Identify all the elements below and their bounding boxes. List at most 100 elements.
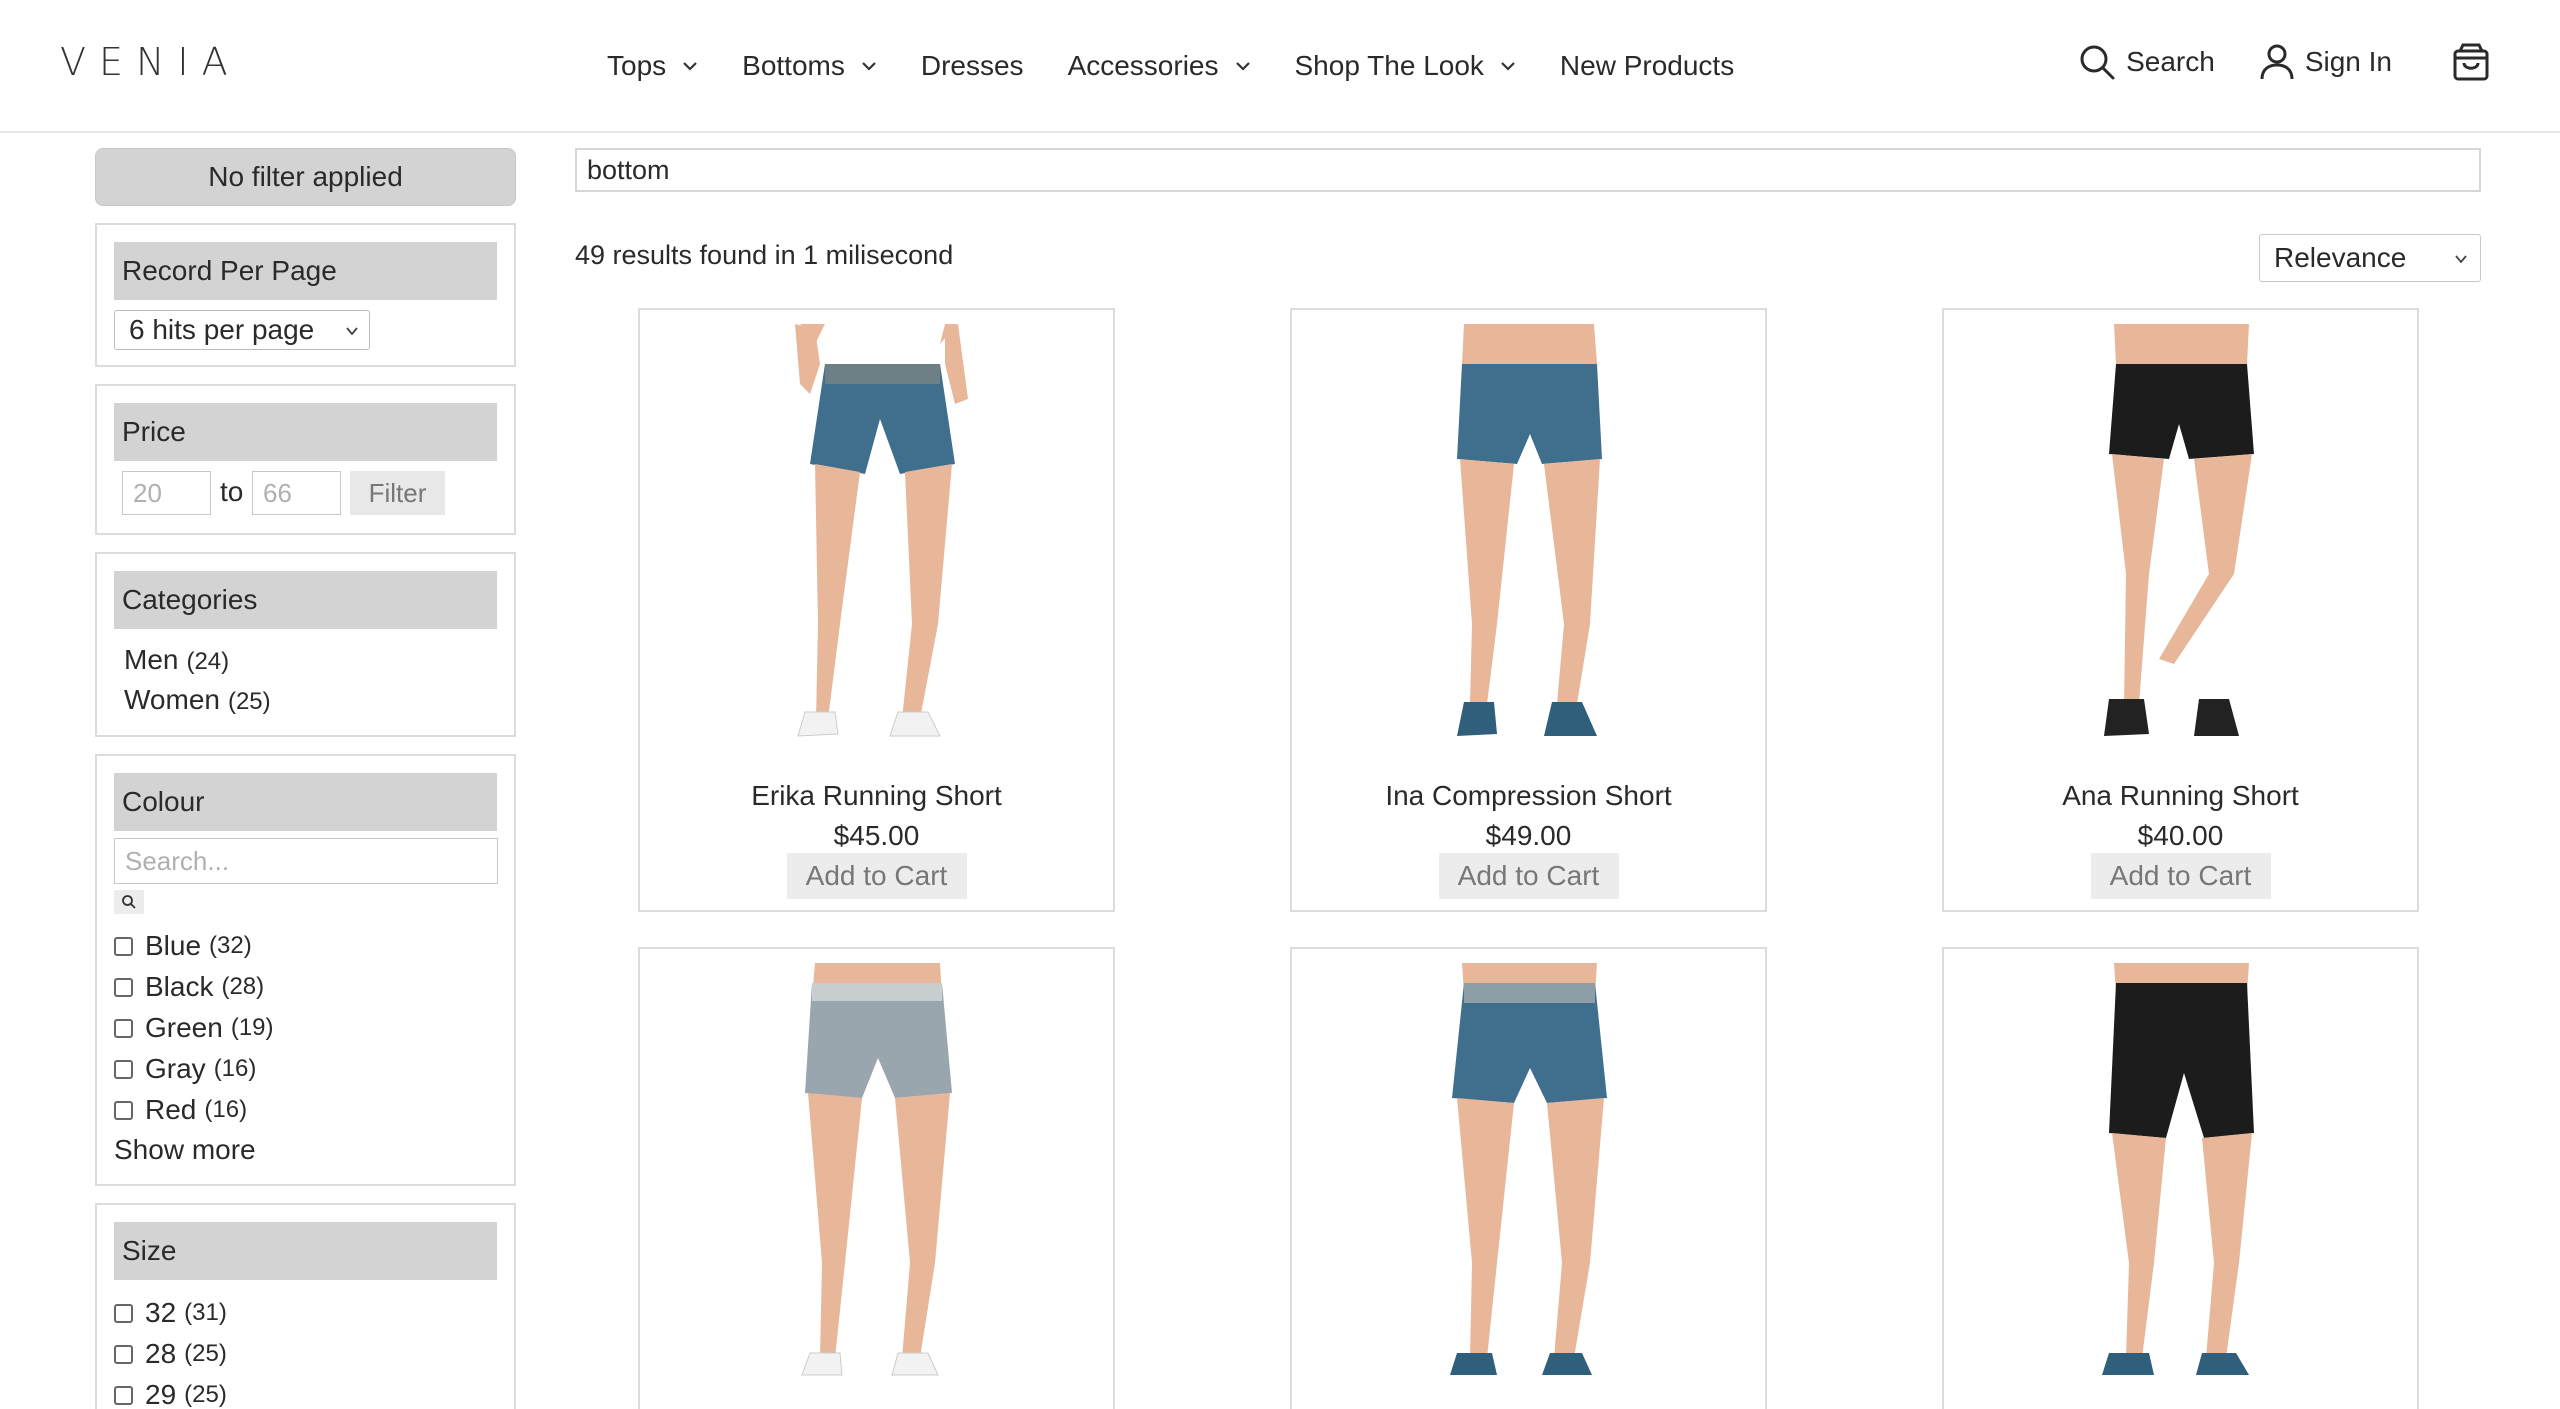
checkbox[interactable] (114, 1385, 133, 1405)
product-name[interactable]: Ina Compression Short (1292, 780, 1765, 812)
sort-value: Relevance (2274, 242, 2407, 273)
checkbox[interactable] (114, 1018, 133, 1038)
product-image (1944, 324, 2417, 744)
logo[interactable]: VENIA (60, 40, 241, 84)
product-image (1944, 963, 2417, 1383)
product-image (1292, 324, 1765, 744)
size-option[interactable]: 29 (25) (114, 1379, 227, 1409)
colour-panel: Colour Search... Blue (32) Black (28) Gree… (95, 754, 516, 1186)
search-icon (2080, 45, 2115, 80)
record-per-page-panel: Record Per Page 6 hits per page (95, 223, 516, 367)
panel-title: Price (114, 403, 497, 461)
results-count: 49 results found in 1 milisecond (575, 240, 954, 270)
colour-label: Blue (145, 930, 202, 961)
add-to-cart-button[interactable]: Add to Cart (2090, 853, 2271, 899)
price-min-input[interactable]: 20 (122, 471, 211, 515)
checkbox[interactable] (114, 977, 133, 997)
colour-option-red[interactable]: Red (16) (114, 1094, 247, 1126)
show-more-link[interactable]: Show more (114, 1134, 256, 1166)
product-card[interactable] (638, 947, 1115, 1409)
product-name[interactable]: Ana Running Short (1944, 780, 2417, 812)
chevron-down-icon (1501, 62, 1515, 71)
sign-in-button[interactable]: Sign In (2259, 43, 2392, 81)
header-actions: Search Sign In (2034, 42, 2500, 82)
checkbox[interactable] (114, 1303, 133, 1323)
nav-new-products-label: New Products (1559, 50, 1735, 81)
sort-select[interactable]: Relevance (2259, 234, 2481, 282)
price-filter-button[interactable]: Filter (350, 471, 445, 515)
search-button[interactable]: Search (2078, 43, 2215, 81)
price-to-label: to (220, 476, 244, 507)
chevron-down-icon (683, 62, 697, 71)
size-option[interactable]: 32 (31) (114, 1297, 227, 1329)
category-count: (25) (227, 688, 271, 715)
product-search-input[interactable]: bottom (575, 148, 2481, 192)
sign-in-label: Sign In (2304, 46, 2392, 77)
panel-title: Size (114, 1222, 497, 1280)
product-image (640, 963, 1113, 1383)
shopping-bag-icon (2453, 43, 2489, 81)
product-name[interactable]: Erika Running Short (640, 780, 1113, 812)
colour-option-gray[interactable]: Gray (16) (114, 1053, 256, 1085)
category-item[interactable]: Men (24) (124, 644, 229, 676)
colour-count: (28) (221, 973, 265, 1000)
nav-bottoms[interactable]: Bottoms (742, 50, 877, 82)
colour-label: Green (145, 1012, 223, 1043)
nav-shop-the-look[interactable]: Shop The Look (1295, 50, 1516, 82)
colour-search-input[interactable]: Search... (114, 838, 498, 884)
nav-accessories[interactable]: Accessories (1068, 50, 1251, 82)
size-panel: Size 32 (31) 28 (25) 29 (25) (95, 1203, 516, 1409)
chevron-down-icon (2455, 255, 2467, 264)
nav-tops[interactable]: Tops (607, 50, 698, 82)
product-price: $49.00 (1485, 820, 1572, 851)
size-label: 32 (145, 1297, 177, 1328)
add-to-cart-button[interactable]: Add to Cart (1438, 853, 1619, 899)
nav-bottoms-label: Bottoms (742, 50, 845, 81)
product-card[interactable]: Erika Running Short $45.00 Add to Cart (638, 308, 1115, 912)
size-label: 29 (145, 1379, 177, 1409)
main-nav: Tops Bottoms Dresses Accessories Shop Th… (607, 44, 1778, 88)
hits-per-page-value: 6 hits per page (129, 314, 315, 345)
checkbox[interactable] (114, 1059, 133, 1079)
product-image (1292, 963, 1765, 1383)
category-label: Women (124, 684, 220, 715)
nav-dresses[interactable]: Dresses (921, 50, 1024, 82)
search-icon (122, 895, 136, 909)
colour-option-blue[interactable]: Blue (32) (114, 930, 252, 962)
product-card[interactable] (1942, 947, 2419, 1409)
colour-option-green[interactable]: Green (19) (114, 1012, 274, 1044)
size-count: (25) (184, 1340, 227, 1367)
size-count: (25) (184, 1381, 227, 1408)
checkbox[interactable] (114, 936, 133, 956)
panel-title: Colour (114, 773, 497, 831)
hits-per-page-select[interactable]: 6 hits per page (114, 310, 370, 350)
colour-label: Gray (145, 1053, 206, 1084)
checkbox[interactable] (114, 1344, 133, 1364)
nav-tops-label: Tops (607, 50, 667, 81)
price-max-input[interactable]: 66 (252, 471, 341, 515)
cart-button[interactable] (2452, 42, 2500, 82)
panel-title: Record Per Page (114, 242, 497, 300)
add-to-cart-button[interactable]: Add to Cart (786, 853, 967, 899)
colour-option-black[interactable]: Black (28) (114, 971, 264, 1003)
product-card[interactable]: Ana Running Short $40.00 Add to Cart (1942, 308, 2419, 912)
size-option[interactable]: 28 (25) (114, 1338, 227, 1370)
checkbox[interactable] (114, 1100, 133, 1120)
nav-accessories-label: Accessories (1067, 50, 1219, 81)
colour-search-button[interactable] (114, 890, 144, 914)
colour-count: (32) (209, 932, 252, 959)
site-header: VENIA Tops Bottoms Dresses Accessories S… (0, 0, 2560, 133)
product-image (640, 324, 1113, 744)
price-panel: Price 20 to 66 Filter (95, 384, 516, 535)
size-count: (31) (184, 1299, 227, 1326)
size-label: 28 (145, 1338, 177, 1369)
search-button-label: Search (2126, 46, 2215, 77)
product-card[interactable] (1290, 947, 1767, 1409)
category-count: (24) (186, 648, 230, 675)
colour-count: (16) (213, 1055, 257, 1082)
nav-new-products[interactable]: New Products (1560, 50, 1734, 82)
chevron-down-icon (346, 327, 358, 336)
product-price: $40.00 (2137, 820, 2224, 851)
category-item[interactable]: Women (25) (124, 684, 271, 716)
product-card[interactable]: Ina Compression Short $49.00 Add to Cart (1290, 308, 1767, 912)
